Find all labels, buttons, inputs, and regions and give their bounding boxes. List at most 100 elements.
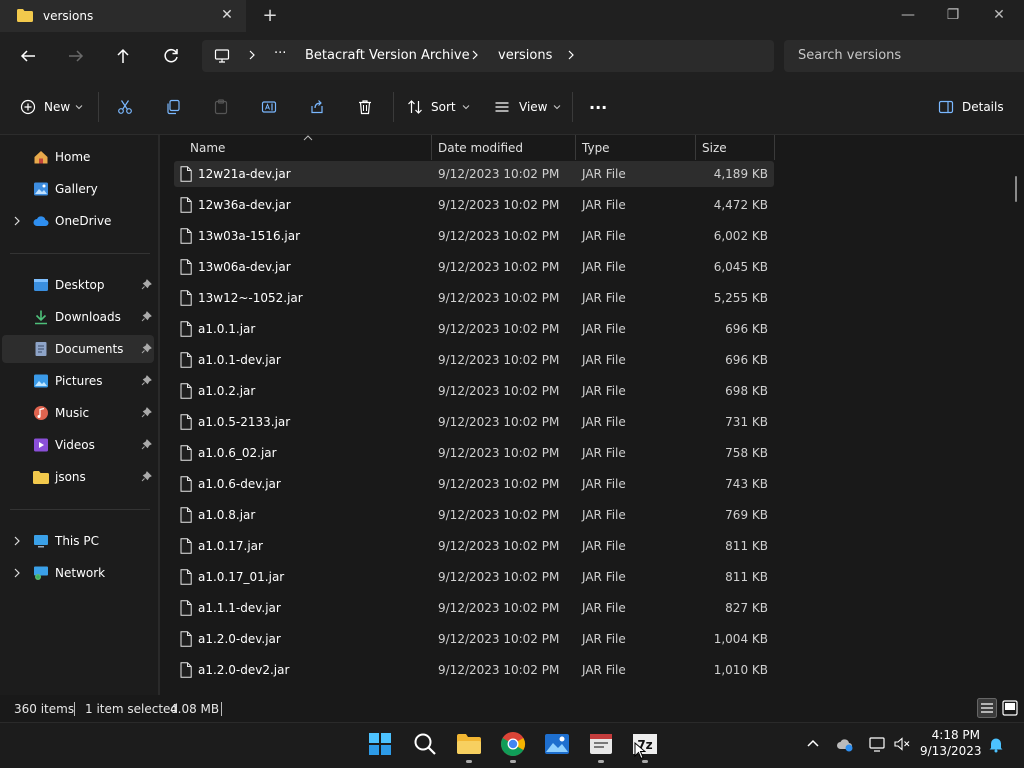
file-type: JAR File xyxy=(582,167,626,181)
sidebar-item-home[interactable]: Home xyxy=(2,143,154,171)
sidebar-item-music[interactable]: Music xyxy=(2,399,154,427)
list-view-icon xyxy=(495,102,509,112)
network-tray-icon[interactable] xyxy=(868,735,886,753)
maximize-button[interactable]: ❐ xyxy=(941,4,965,26)
table-row[interactable]: 12w21a-dev.jar 9/12/2023 10:02 PM JAR File… xyxy=(174,161,774,187)
table-row[interactable]: a1.1.1-dev.jar 9/12/2023 10:02 PM JAR File… xyxy=(174,595,774,621)
forward-arrow-icon[interactable] xyxy=(64,44,88,68)
app-window-icon[interactable] xyxy=(587,730,615,758)
column-header-size[interactable]: Size xyxy=(702,135,727,160)
sidebar-item-documents[interactable]: Documents xyxy=(2,335,154,363)
table-row[interactable]: a1.0.2.jar 9/12/2023 10:02 PM JAR File 698 … xyxy=(174,378,774,404)
delete-button[interactable] xyxy=(357,95,373,119)
table-row[interactable]: a1.2.0-dev.jar 9/12/2023 10:02 PM JAR File… xyxy=(174,626,774,652)
chrome-icon[interactable] xyxy=(499,730,527,758)
tiles-view-icon[interactable] xyxy=(1000,698,1020,718)
tab-versions[interactable]: versions ✕ xyxy=(0,0,246,32)
details-button[interactable]: Details xyxy=(938,95,1004,119)
search-icon[interactable] xyxy=(411,730,439,758)
table-row[interactable]: a1.0.1.jar 9/12/2023 10:02 PM JAR File 696 … xyxy=(174,316,774,342)
pin-icon[interactable] xyxy=(141,311,152,322)
column-header-type[interactable]: Type xyxy=(582,135,610,160)
file-date: 9/12/2023 10:02 PM xyxy=(438,229,560,243)
pin-icon[interactable] xyxy=(141,471,152,482)
share-button[interactable] xyxy=(309,95,325,119)
table-row[interactable]: 12w36a-dev.jar 9/12/2023 10:02 PM JAR File… xyxy=(174,192,774,218)
search-input[interactable]: Search versions xyxy=(798,48,901,63)
clipboard-icon xyxy=(214,99,228,115)
sidebar-item-downloads[interactable]: Downloads xyxy=(2,303,154,331)
table-row[interactable]: a1.0.6-dev.jar 9/12/2023 10:02 PM JAR File… xyxy=(174,471,774,497)
vertical-scrollbar-thumb[interactable] xyxy=(1015,176,1017,202)
chevron-up-icon[interactable] xyxy=(804,735,822,753)
tab-close-button[interactable]: ✕ xyxy=(218,6,236,24)
table-row[interactable]: a1.0.17_01.jar 9/12/2023 10:02 PM JAR File… xyxy=(174,564,774,590)
pin-icon[interactable] xyxy=(141,343,152,354)
photos-icon[interactable] xyxy=(543,730,571,758)
breadcrumb-more[interactable]: ··· xyxy=(274,46,286,61)
column-resize-handle[interactable] xyxy=(431,135,432,160)
sidebar-item-jsons[interactable]: jsons xyxy=(2,463,154,491)
monitor-icon[interactable] xyxy=(214,48,230,64)
table-row[interactable]: a1.0.17.jar 9/12/2023 10:02 PM JAR File 811… xyxy=(174,533,774,559)
sort-button[interactable]: Sort xyxy=(407,95,470,119)
onedrive-tray-icon[interactable] xyxy=(836,735,854,753)
table-row[interactable]: 13w06a-dev.jar 9/12/2023 10:02 PM JAR File… xyxy=(174,254,774,280)
column-header-name[interactable]: Name xyxy=(190,135,225,160)
refresh-icon[interactable] xyxy=(159,44,183,68)
pin-icon[interactable] xyxy=(141,375,152,386)
file-size: 5,255 KB xyxy=(713,291,768,305)
table-row[interactable]: 13w12~-1052.jar 9/12/2023 10:02 PM JAR Fil… xyxy=(174,285,774,311)
details-view-icon[interactable] xyxy=(977,698,997,718)
view-button[interactable]: View xyxy=(494,95,561,119)
column-header-date[interactable]: Date modified xyxy=(438,135,523,160)
minimize-button[interactable]: — xyxy=(896,4,920,26)
paste-button[interactable] xyxy=(213,95,229,119)
cut-button[interactable] xyxy=(117,95,133,119)
file-explorer-icon[interactable] xyxy=(455,730,483,758)
sidebar-item-onedrive[interactable]: OneDrive xyxy=(2,207,154,235)
sidebar-item-videos[interactable]: Videos xyxy=(2,431,154,459)
copy-button[interactable] xyxy=(165,95,181,119)
start-icon[interactable] xyxy=(366,730,394,758)
table-row[interactable]: a1.0.6_02.jar 9/12/2023 10:02 PM JAR File 7… xyxy=(174,440,774,466)
file-date: 9/12/2023 10:02 PM xyxy=(438,632,560,646)
sidebar-item-pictures[interactable]: Pictures xyxy=(2,367,154,395)
pin-icon[interactable] xyxy=(141,407,152,418)
table-row[interactable]: a1.0.1-dev.jar 9/12/2023 10:02 PM JAR File… xyxy=(174,347,774,373)
rename-button[interactable] xyxy=(261,95,277,119)
column-resize-handle[interactable] xyxy=(774,135,775,160)
column-resize-handle[interactable] xyxy=(695,135,696,160)
volume-muted-icon[interactable] xyxy=(893,735,911,753)
search-box[interactable]: Search versions xyxy=(784,40,1024,72)
sidebar-item-gallery[interactable]: Gallery xyxy=(2,175,154,203)
column-resize-handle[interactable] xyxy=(575,135,576,160)
new-button[interactable]: New xyxy=(20,95,83,119)
sidebar-item-desktop[interactable]: Desktop xyxy=(2,271,154,299)
breadcrumb[interactable]: ··· Betacraft Version Archive versions xyxy=(202,40,774,72)
breadcrumb-item-versions[interactable]: versions xyxy=(498,48,552,63)
pin-icon[interactable] xyxy=(141,439,152,450)
pin-icon[interactable] xyxy=(141,279,152,290)
table-row[interactable]: a1.0.8.jar 9/12/2023 10:02 PM JAR File 769 … xyxy=(174,502,774,528)
close-window-button[interactable]: ✕ xyxy=(987,4,1011,26)
breadcrumb-item-archive[interactable]: Betacraft Version Archive xyxy=(305,48,470,63)
sidebar-item-this-pc[interactable]: This PC xyxy=(2,527,154,555)
table-row[interactable]: a1.0.5-2133.jar 9/12/2023 10:02 PM JAR Fil… xyxy=(174,409,774,435)
clock[interactable]: 4:18 PM 9/13/2023 xyxy=(920,728,982,758)
sidebar-item-network[interactable]: Network xyxy=(2,559,154,587)
more-options-button[interactable]: ··· xyxy=(589,95,607,119)
up-arrow-icon[interactable] xyxy=(111,44,135,68)
new-tab-button[interactable]: + xyxy=(260,6,280,26)
sidebar-item-label: Videos xyxy=(55,438,95,452)
chevron-right-icon[interactable] xyxy=(566,49,576,61)
chevron-right-icon[interactable] xyxy=(12,567,22,579)
chevron-right-icon[interactable] xyxy=(247,49,257,61)
table-row[interactable]: 13w03a-1516.jar 9/12/2023 10:02 PM JAR Fil… xyxy=(174,223,774,249)
chevron-right-icon[interactable] xyxy=(470,49,480,61)
notification-bell-icon[interactable] xyxy=(987,735,1005,753)
chevron-right-icon[interactable] xyxy=(12,215,22,227)
chevron-right-icon[interactable] xyxy=(12,535,22,547)
table-row[interactable]: a1.2.0-dev2.jar 9/12/2023 10:02 PM JAR Fil… xyxy=(174,657,774,683)
back-arrow-icon[interactable] xyxy=(16,44,40,68)
